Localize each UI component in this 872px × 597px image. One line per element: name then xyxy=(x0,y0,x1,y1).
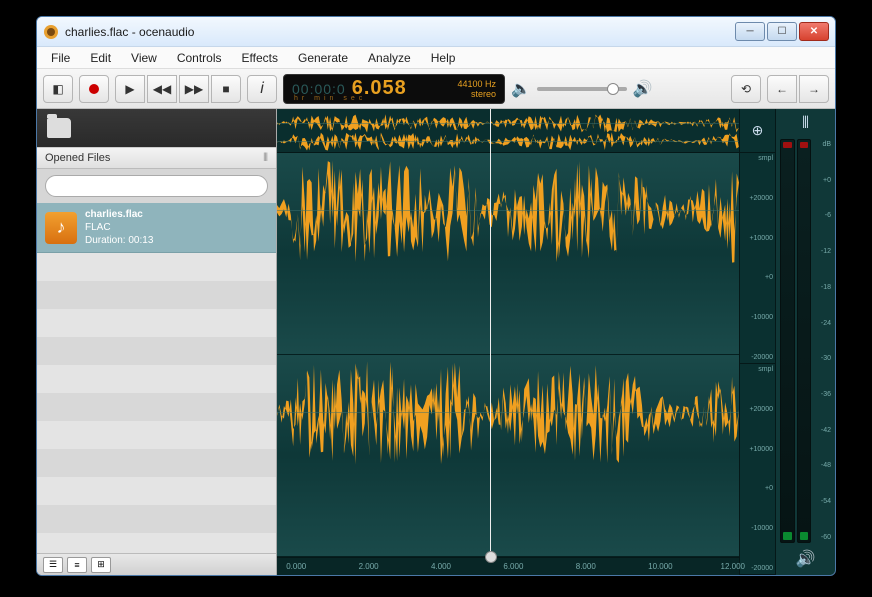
menu-effects[interactable]: Effects xyxy=(232,49,288,67)
close-button[interactable] xyxy=(799,22,829,41)
stop-button[interactable]: ■ xyxy=(211,75,241,103)
menu-edit[interactable]: Edit xyxy=(80,49,121,67)
info-icon: i xyxy=(260,80,264,98)
sidebar-footer: ☰ ≡ ⊞ xyxy=(37,553,276,575)
toggle-panel-button[interactable]: ◧ xyxy=(43,75,73,103)
waveform-area: 0.000 2.000 4.000 6.000 8.000 10.000 12.000 ⊕ … xyxy=(277,109,835,575)
menu-file[interactable]: File xyxy=(41,49,80,67)
sidebar-header xyxy=(37,109,276,147)
rewind-button[interactable]: ◀◀ xyxy=(147,75,177,103)
sidebar: Opened Files ⦀ ♪ charlies.flac FLAC Dura… xyxy=(37,109,277,575)
file-duration: Duration: 00:13 xyxy=(85,234,153,247)
record-button[interactable] xyxy=(79,75,109,103)
app-window: charlies.flac - ocenaudio File Edit View… xyxy=(36,16,836,576)
zoom-in-icon[interactable]: ⊕ xyxy=(752,122,764,139)
waveform-channel-right[interactable] xyxy=(277,355,739,557)
ruler-channel-right: smpl+20000+10000+0-10000-20000 xyxy=(740,364,775,575)
opened-files-label: Opened Files ⦀ xyxy=(37,147,276,169)
timeline-tick: 8.000 xyxy=(576,562,596,571)
search-input[interactable] xyxy=(45,175,268,197)
waveform-overview[interactable] xyxy=(277,109,739,153)
window-title: charlies.flac - ocenaudio xyxy=(65,25,735,39)
volume-thumb[interactable] xyxy=(607,83,619,95)
timeline-ruler[interactable]: 0.0002.0004.0006.0008.00010.00012.000 xyxy=(277,557,739,575)
volume-control: 🔈 🔊 xyxy=(511,79,653,99)
timeline-tick: 4.000 xyxy=(431,562,451,571)
view-detail-button[interactable]: ≡ xyxy=(67,557,87,573)
minimize-button[interactable] xyxy=(735,22,765,41)
grip-icon[interactable]: ⦀ xyxy=(802,115,809,133)
menubar: File Edit View Controls Effects Generate… xyxy=(37,47,835,69)
fast-forward-button[interactable]: ▶▶ xyxy=(179,75,209,103)
speaker-icon[interactable]: 🔊 xyxy=(796,549,816,569)
file-format: FLAC xyxy=(85,221,153,234)
playhead[interactable] xyxy=(490,109,491,557)
timeline-tick: 0.000 xyxy=(286,562,306,571)
level-meter-panel: ⦀ dB+0-6-12-18-24-30-36-42-48-54-60 🔊 xyxy=(775,109,835,575)
channel-mode: stereo xyxy=(471,89,496,99)
time-display[interactable]: 00:00:0 6.058 44100 Hzstereo hr min sec xyxy=(283,74,505,104)
time-units: hr min sec xyxy=(294,95,366,102)
volume-high-icon: 🔊 xyxy=(633,79,653,99)
view-list-button[interactable]: ☰ xyxy=(43,557,63,573)
volume-slider[interactable] xyxy=(537,87,627,91)
app-icon xyxy=(43,24,59,40)
history-button[interactable]: ⟲ xyxy=(731,75,761,103)
level-meter-right xyxy=(797,139,812,543)
file-list-item[interactable]: ♪ charlies.flac FLAC Duration: 00:13 xyxy=(37,203,276,253)
folder-icon[interactable] xyxy=(47,118,71,138)
timeline-tick: 10.000 xyxy=(648,562,672,571)
file-list-empty xyxy=(37,253,276,553)
music-note-icon: ♪ xyxy=(45,212,77,244)
play-button[interactable]: ▶ xyxy=(115,75,145,103)
view-grid-button[interactable]: ⊞ xyxy=(91,557,111,573)
waveform-channel-left[interactable] xyxy=(277,153,739,355)
info-button[interactable]: i xyxy=(247,75,277,103)
ruler-channel-left: smpl+20000+10000+0-10000-20000 xyxy=(740,153,775,364)
nav-forward-button[interactable]: → xyxy=(799,75,829,103)
menu-help[interactable]: Help xyxy=(421,49,466,67)
db-scale: dB+0-6-12-18-24-30-36-42-48-54-60 xyxy=(815,139,831,543)
waveform-left xyxy=(277,153,739,269)
grip-icon[interactable]: ⦀ xyxy=(263,152,268,165)
maximize-button[interactable] xyxy=(767,22,797,41)
volume-low-icon: 🔈 xyxy=(511,79,531,99)
menu-view[interactable]: View xyxy=(121,49,167,67)
timeline-tick: 6.000 xyxy=(503,562,523,571)
menu-analyze[interactable]: Analyze xyxy=(358,49,421,67)
menu-controls[interactable]: Controls xyxy=(167,49,232,67)
overview-right-wave xyxy=(277,131,739,152)
menu-generate[interactable]: Generate xyxy=(288,49,358,67)
nav-back-button[interactable]: ← xyxy=(767,75,797,103)
toolbar: ◧ ▶ ◀◀ ▶▶ ■ i 00:00:0 6.058 44100 Hzster… xyxy=(37,69,835,109)
level-meter-left xyxy=(780,139,795,543)
amplitude-ruler: ⊕ smpl+20000+10000+0-10000-20000 smpl+20… xyxy=(739,109,775,575)
waveform-right xyxy=(277,355,739,471)
timeline-tick: 2.000 xyxy=(359,562,379,571)
sample-rate: 44100 Hz xyxy=(457,79,496,89)
record-icon xyxy=(89,84,99,94)
timeline-tick: 12.000 xyxy=(721,562,745,571)
titlebar[interactable]: charlies.flac - ocenaudio xyxy=(37,17,835,47)
file-name: charlies.flac xyxy=(85,208,153,221)
